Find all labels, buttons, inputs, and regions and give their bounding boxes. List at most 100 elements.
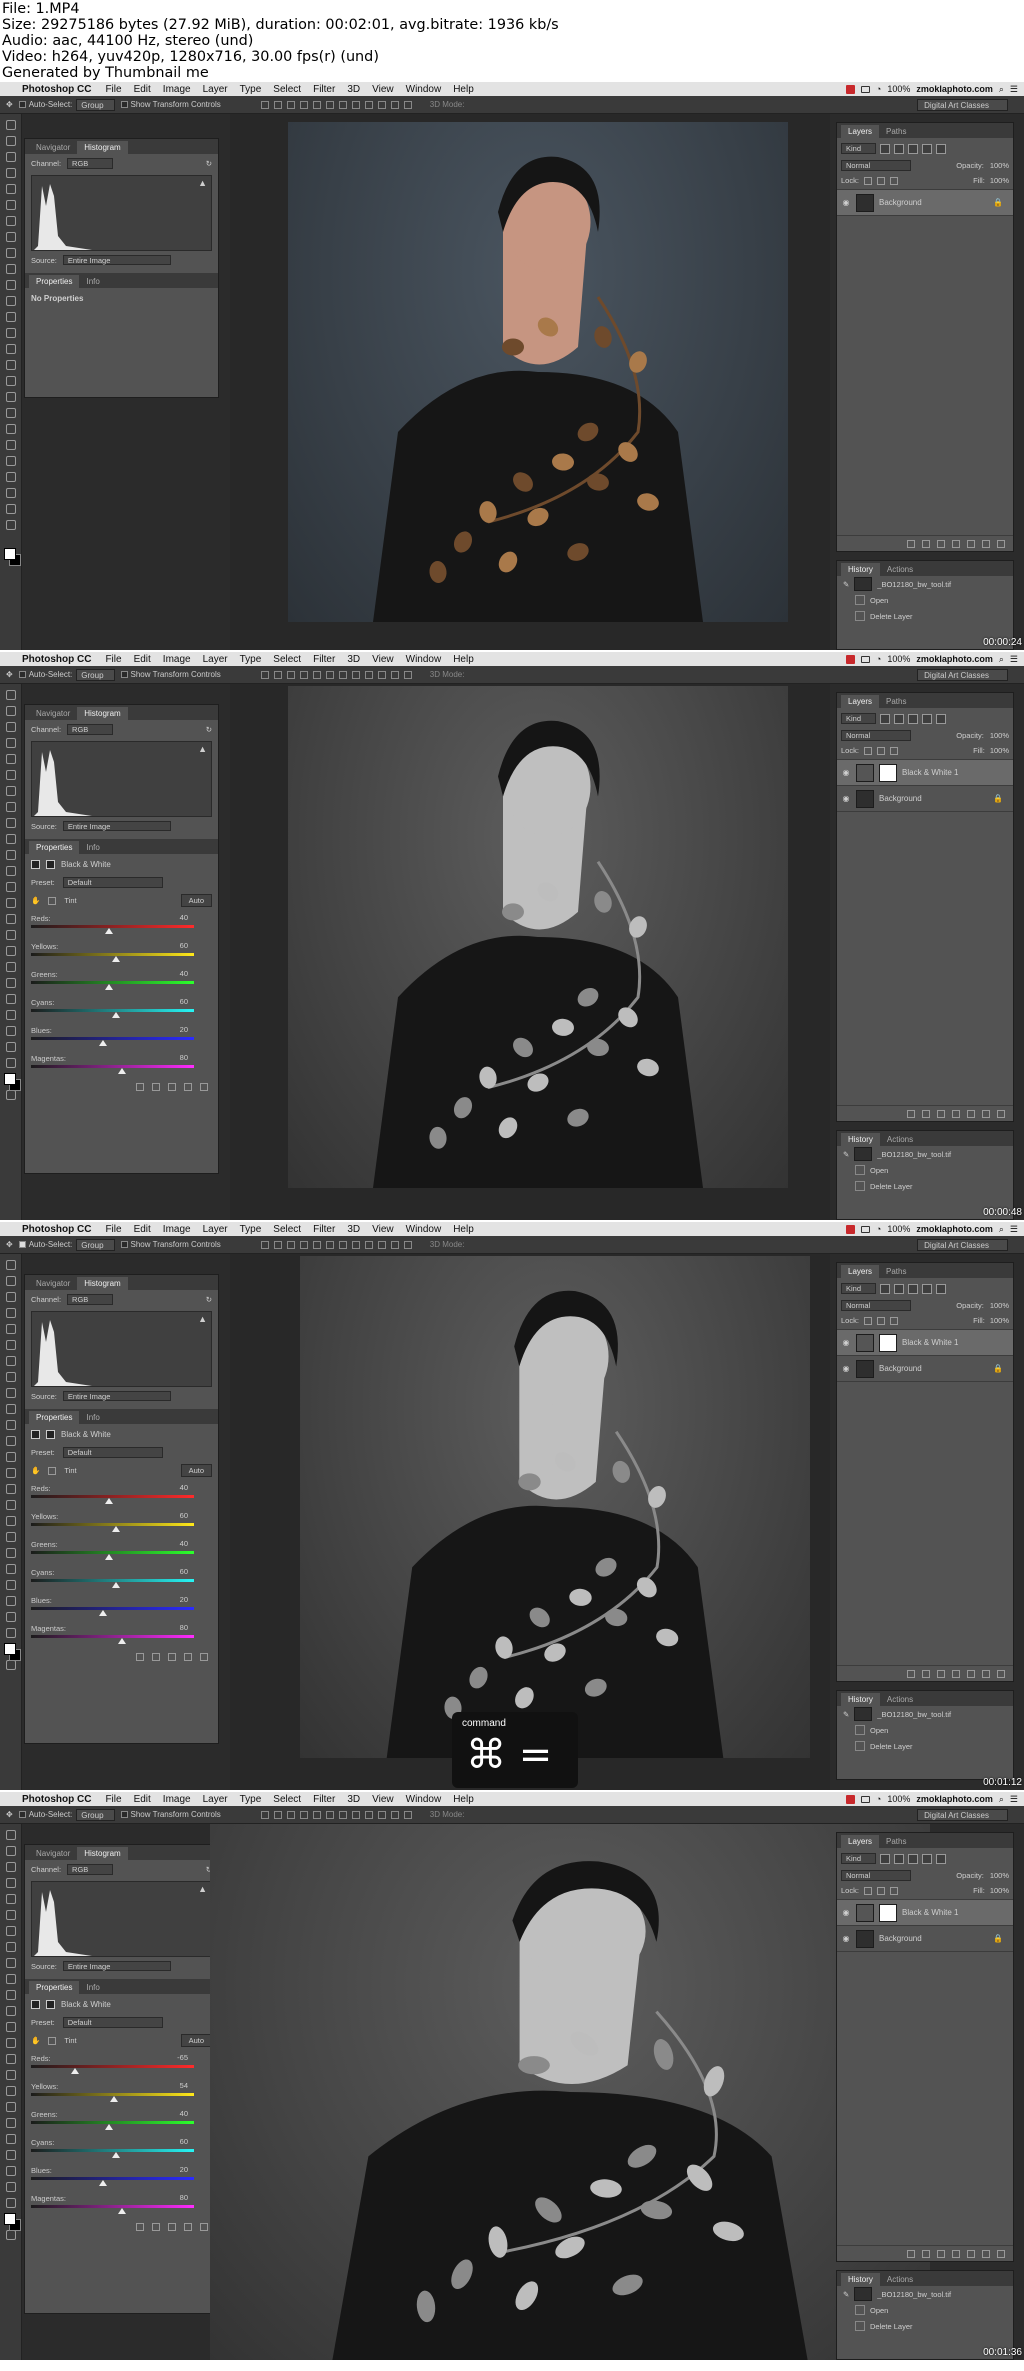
tool-icon[interactable]	[5, 2230, 16, 2240]
slider-value[interactable]: 20	[180, 2165, 188, 2174]
blend-mode-select[interactable]: Normal	[841, 160, 912, 171]
tab-layers[interactable]: Layers	[841, 1835, 880, 1848]
slider-thumb[interactable]	[111, 956, 120, 962]
slider-track[interactable]	[31, 2205, 194, 2208]
tool-icon[interactable]	[5, 1404, 16, 1414]
tool-icon[interactable]	[5, 1420, 16, 1430]
blend-mode-select[interactable]: Normal	[841, 1300, 912, 1311]
visibility-icon[interactable]	[184, 1083, 192, 1091]
slider-thumb[interactable]	[111, 1012, 120, 1018]
channel-select[interactable]: RGB	[67, 1864, 114, 1875]
tab-layers[interactable]: Layers	[841, 1265, 880, 1278]
document-canvas[interactable]	[210, 1824, 930, 2360]
slider-yellows[interactable]: Yellows: 60	[25, 1509, 218, 1537]
menu-select[interactable]: Select	[273, 1224, 301, 1235]
tool-icon[interactable]	[5, 248, 16, 258]
filter-type-icon[interactable]	[908, 713, 919, 724]
tab-actions[interactable]: Actions	[880, 563, 920, 576]
mask-thumb[interactable]	[879, 1333, 897, 1352]
layer-row[interactable]: ◉ Background 🔒	[837, 1356, 1013, 1382]
slider-thumb[interactable]	[111, 1582, 120, 1588]
fx-icon[interactable]	[922, 1109, 930, 1118]
slider-value[interactable]: 80	[180, 1623, 188, 1632]
menu-filter[interactable]: Filter	[313, 654, 335, 665]
tool-icon[interactable]	[5, 1276, 16, 1286]
layer-row[interactable]: ◉ Black & White 1	[837, 760, 1013, 786]
group-select[interactable]: Group	[76, 668, 115, 681]
targeted-adjust-icon[interactable]: ✋	[31, 1466, 40, 1475]
list-icon[interactable]: ☰	[1010, 1794, 1018, 1805]
tool-icon[interactable]	[5, 1612, 16, 1622]
slider-value[interactable]: 60	[180, 1567, 188, 1576]
menu-window[interactable]: Window	[406, 1224, 442, 1235]
tool-icon[interactable]	[5, 978, 16, 988]
tool-icon[interactable]	[5, 1846, 16, 1856]
menu-view[interactable]: View	[372, 1224, 394, 1235]
kind-filter[interactable]: Kind	[841, 1283, 877, 1294]
tool-icon[interactable]	[5, 456, 16, 466]
channel-select[interactable]: RGB	[67, 1294, 114, 1305]
slider-value[interactable]: 20	[180, 1025, 188, 1034]
tool-icon[interactable]	[5, 136, 16, 146]
tool-icon[interactable]	[5, 504, 16, 514]
slider-value[interactable]: 54	[180, 2081, 188, 2090]
link-icon[interactable]	[907, 2249, 915, 2258]
preset-select[interactable]: Default	[62, 1447, 163, 1458]
trash-icon[interactable]	[997, 2249, 1005, 2258]
clip-icon[interactable]	[136, 2223, 144, 2231]
tool-icon[interactable]	[5, 408, 16, 418]
preset-select[interactable]: Default	[62, 877, 163, 888]
menu-help[interactable]: Help	[453, 84, 474, 95]
tool-icon[interactable]	[5, 754, 16, 764]
slider-greens[interactable]: Greens: 40	[25, 2107, 218, 2135]
tool-icon[interactable]	[5, 1484, 16, 1494]
tool-icon[interactable]	[5, 722, 16, 732]
slider-value[interactable]: 40	[180, 2109, 188, 2118]
new-layer-icon[interactable]	[982, 1109, 990, 1118]
view-previous-icon[interactable]	[152, 1653, 160, 1661]
trash-icon[interactable]	[200, 1653, 208, 1661]
menu-select[interactable]: Select	[273, 84, 301, 95]
slider-thumb[interactable]	[105, 1554, 114, 1560]
source-select[interactable]: Entire Image	[62, 821, 172, 831]
tool-icon[interactable]	[5, 1942, 16, 1952]
reset-icon[interactable]	[168, 1083, 176, 1091]
tool-icon[interactable]	[5, 216, 16, 226]
new-fill-icon[interactable]	[952, 539, 960, 548]
tab-histogram[interactable]: Histogram	[77, 1277, 128, 1290]
mask-icon[interactable]	[937, 539, 945, 548]
foreground-color-swatch[interactable]	[4, 1073, 16, 1085]
layer-name[interactable]: Background	[879, 794, 922, 803]
tool-icon[interactable]	[5, 690, 16, 700]
layer-row[interactable]: ◉ Background 🔒	[837, 190, 1013, 216]
tool-icon[interactable]	[5, 1468, 16, 1478]
menu-edit[interactable]: Edit	[134, 1224, 151, 1235]
tool-icon[interactable]	[5, 392, 16, 402]
tool-icon[interactable]	[5, 1910, 16, 1920]
menu-view[interactable]: View	[372, 1794, 394, 1805]
lock-all-icon[interactable]	[889, 1316, 898, 1325]
tool-icon[interactable]	[5, 344, 16, 354]
search-icon[interactable]: ⌕	[999, 1794, 1004, 1805]
history-step[interactable]: Delete Layer	[837, 608, 1013, 624]
document-canvas[interactable]	[230, 114, 830, 650]
search-icon[interactable]: ⌕	[999, 84, 1004, 95]
slider-thumb[interactable]	[71, 2068, 79, 2074]
filter-smart-icon[interactable]	[936, 143, 947, 154]
search-icon[interactable]: ⌕	[999, 1224, 1004, 1235]
slider-blues[interactable]: Blues: 20	[25, 2163, 218, 2191]
menu-3d[interactable]: 3D	[347, 84, 360, 95]
fill-value[interactable]: 100%	[990, 746, 1009, 755]
menu-3d[interactable]: 3D	[347, 654, 360, 665]
tab-history[interactable]: History	[841, 563, 880, 576]
trash-icon[interactable]	[200, 2223, 208, 2231]
workspace-select[interactable]: Digital Art Classes	[917, 99, 1008, 111]
lock-pixels-icon[interactable]	[863, 1316, 872, 1325]
reset-icon[interactable]	[168, 1653, 176, 1661]
slider-cyans[interactable]: Cyans: 60	[25, 2135, 218, 2163]
tab-info[interactable]: Info	[79, 1411, 106, 1424]
tool-icon[interactable]	[5, 1564, 16, 1574]
filter-pixel-icon[interactable]	[880, 143, 891, 154]
filter-shape-icon[interactable]	[922, 713, 933, 724]
menu-edit[interactable]: Edit	[134, 654, 151, 665]
